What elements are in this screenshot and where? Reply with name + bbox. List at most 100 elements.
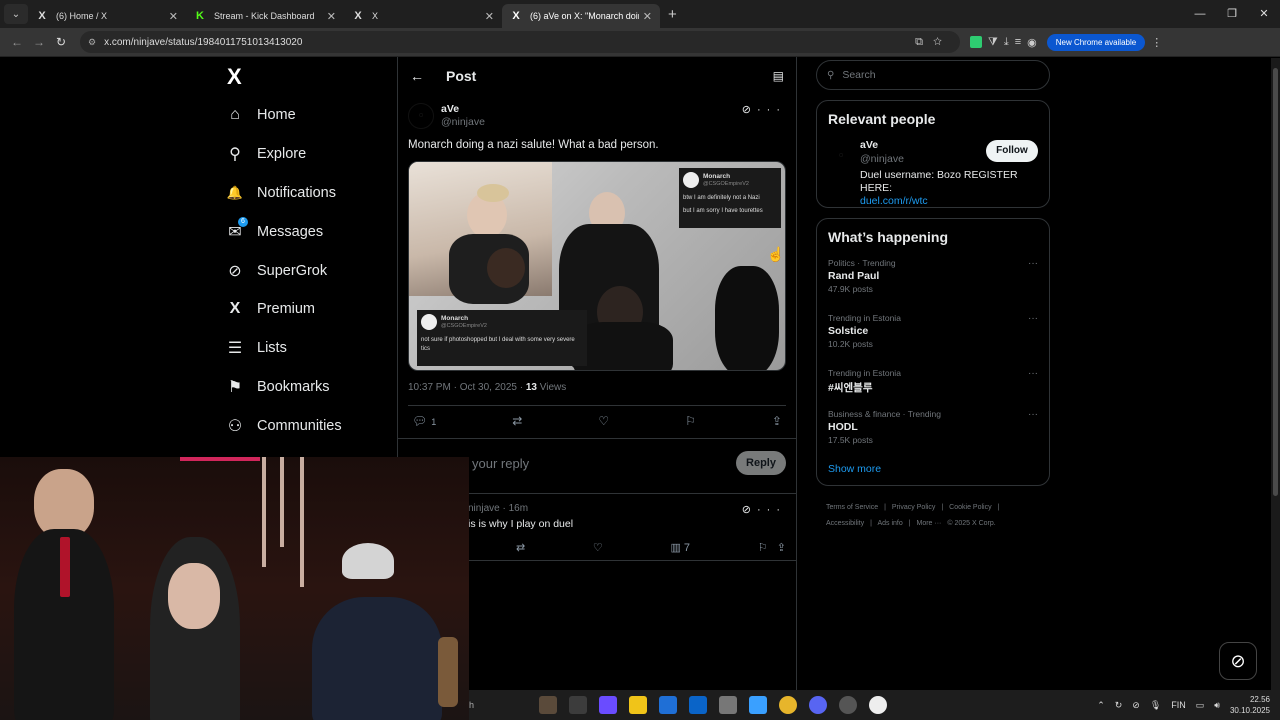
reply-button[interactable]: Reply <box>736 451 786 475</box>
maximize-icon[interactable]: ❐ <box>1216 0 1248 28</box>
bio-link[interactable]: duel.com/r/wtc <box>860 195 928 207</box>
sidebar-item-messages[interactable]: ✉ 6 Messages <box>225 212 395 251</box>
reply-button[interactable]: 💬︎ 1 <box>412 414 436 428</box>
file-explorer-icon[interactable] <box>629 696 647 714</box>
footer-link[interactable]: Terms of Service <box>826 504 878 511</box>
grok-icon[interactable]: ⊘ <box>742 104 757 116</box>
tab-ave-post[interactable]: X (6) aVe on X: "Monarch doing a ✕ <box>502 4 660 28</box>
profile-icon[interactable]: ◉ <box>1027 36 1037 49</box>
close-icon[interactable]: ✕ <box>327 10 336 23</box>
footer-link[interactable]: Privacy Policy <box>892 504 936 511</box>
avatar[interactable]: ◌ <box>408 103 434 129</box>
more-icon[interactable]: ··· <box>1028 258 1038 269</box>
outlook-icon[interactable] <box>689 696 707 714</box>
sidebar-item-explore[interactable]: ⚲ Explore <box>225 135 395 174</box>
like-icon[interactable]: ♡ <box>598 414 609 428</box>
language-indicator[interactable]: FIN <box>1171 700 1186 710</box>
avatar[interactable]: ◌ <box>828 143 854 169</box>
volume-icon[interactable]: 🔊︎ <box>1214 700 1220 711</box>
star-icon[interactable]: ☆ <box>933 36 952 48</box>
trend-item[interactable]: Trending in Estonia Solstice 10.2K posts… <box>828 313 1038 355</box>
copilot-icon[interactable] <box>599 696 617 714</box>
sidebar-item-supergrok[interactable]: ⊘ SuperGrok <box>225 251 395 290</box>
new-tab-button[interactable]: + <box>668 6 677 23</box>
chevron-up-icon[interactable]: ⌃ <box>1097 700 1105 711</box>
media-control-icon[interactable]: ≡ <box>1015 36 1021 48</box>
timestamp-text[interactable]: 10:37 PM · Oct 30, 2025 · <box>408 382 526 393</box>
sync-icon[interactable]: ↻ <box>1115 700 1123 711</box>
repost-icon[interactable]: ⇄ <box>512 414 522 428</box>
download-icon[interactable]: ⤓ <box>1004 36 1009 49</box>
reload-icon[interactable]: ↻ <box>50 35 72 49</box>
display-icon[interactable]: ▭ <box>1196 700 1205 711</box>
close-icon[interactable]: ✕ <box>485 10 494 23</box>
app-icon[interactable] <box>839 696 857 714</box>
page-scrollbar[interactable] <box>1271 58 1280 690</box>
widget-icon[interactable] <box>539 696 557 714</box>
footer-link[interactable]: Ads info <box>877 520 902 527</box>
tab-home-x[interactable]: X (6) Home / X ✕ <box>28 4 186 28</box>
relevant-person[interactable]: ◌ aVe @ninjave Duel username: Bozo REGIS… <box>828 139 1038 207</box>
discord-icon[interactable] <box>809 696 827 714</box>
more-icon[interactable]: ··· <box>757 504 786 516</box>
taskbar-clock[interactable]: 22.56 30.10.2025 <box>1230 694 1270 716</box>
extension-icon[interactable] <box>970 36 982 48</box>
footer-link[interactable]: More ··· <box>917 520 942 527</box>
reply-input[interactable]: your reply <box>472 456 529 471</box>
bookmark-icon[interactable]: ⚐ <box>685 414 696 428</box>
sidebar-item-bookmarks[interactable]: ⚑ Bookmarks <box>225 368 395 407</box>
back-icon[interactable]: ← <box>6 35 28 49</box>
task-view-icon[interactable] <box>569 696 587 714</box>
more-icon[interactable]: ··· <box>1028 368 1038 379</box>
more-icon[interactable]: ··· <box>757 104 786 116</box>
bookmark-icon[interactable]: ⚐ <box>758 542 768 554</box>
address-bar[interactable]: ⚙ x.com/ninjave/status/19840117510134130… <box>80 31 960 53</box>
sidebar-item-lists[interactable]: ☰ Lists <box>225 329 395 368</box>
settings-icon[interactable] <box>719 696 737 714</box>
new-chrome-available-button[interactable]: New Chrome available <box>1046 33 1146 51</box>
microphone-icon[interactable]: 🎙︎ <box>1150 700 1161 711</box>
network-off-icon[interactable]: ⊘ <box>1132 700 1140 711</box>
sidebar-item-communities[interactable]: ⚇ Communities <box>225 406 395 445</box>
tab-kick-dashboard[interactable]: K Stream - Kick Dashboard ✕ <box>186 4 344 28</box>
site-info-icon[interactable]: ⚙ <box>88 37 96 48</box>
close-icon[interactable]: ✕ <box>643 10 652 23</box>
sidebar-item-notifications[interactable]: 🔔 Notifications <box>225 174 395 213</box>
share-icon[interactable]: ⇪ <box>772 414 782 428</box>
sidebar-item-home[interactable]: ⌂ Home <box>225 96 395 135</box>
footer-link[interactable]: Accessibility <box>826 520 864 527</box>
scrollbar-thumb[interactable] <box>1273 68 1278 496</box>
media-player-icon[interactable] <box>869 696 887 714</box>
show-more-link[interactable]: Show more <box>828 463 1038 475</box>
grok-icon[interactable]: ⊘ <box>742 504 757 516</box>
reply-post[interactable]: ninjave · 16m is is why I play on duel ⊘… <box>468 503 786 530</box>
author-handle[interactable]: @ninjave <box>441 116 485 128</box>
extensions-puzzle-icon[interactable]: ⧩ <box>988 36 998 49</box>
repost-icon[interactable]: ⇄ <box>516 541 525 554</box>
footer-link[interactable]: Cookie Policy <box>949 504 991 511</box>
back-arrow-icon[interactable]: ← <box>410 68 424 84</box>
grok-floating-button[interactable]: ⊘ <box>1219 642 1257 680</box>
forward-icon[interactable]: → <box>28 35 50 49</box>
trend-item[interactable]: Politics · Trending Rand Paul 47.9K post… <box>828 258 1038 300</box>
share-icon[interactable]: ⇪ <box>777 542 786 554</box>
more-icon[interactable]: ··· <box>1028 313 1038 324</box>
notepad-icon[interactable] <box>749 696 767 714</box>
close-icon[interactable]: ✕ <box>169 10 178 23</box>
reader-icon[interactable]: ▤ <box>773 69 784 83</box>
x-logo[interactable]: X <box>225 58 395 96</box>
more-icon[interactable]: ··· <box>1028 409 1038 420</box>
person-name[interactable]: aVe <box>860 139 878 151</box>
minimize-icon[interactable]: — <box>1184 0 1216 28</box>
tab-search-button[interactable]: ⌄ <box>4 4 28 24</box>
taskbar-search-text[interactable]: h <box>469 700 529 710</box>
like-icon[interactable]: ♡ <box>593 541 603 554</box>
trend-item[interactable]: Business & finance · Trending HODL 17.5K… <box>828 409 1038 451</box>
store-icon[interactable] <box>659 696 677 714</box>
close-window-icon[interactable]: ✕ <box>1248 0 1280 28</box>
views-button[interactable]: ▥ 7 <box>670 541 690 554</box>
trend-item[interactable]: Trending in Estonia #씨엔블루 ··· <box>828 368 1038 396</box>
follow-button[interactable]: Follow <box>986 140 1038 162</box>
install-icon[interactable]: ⧉ <box>915 36 933 48</box>
chrome-icon[interactable] <box>779 696 797 714</box>
